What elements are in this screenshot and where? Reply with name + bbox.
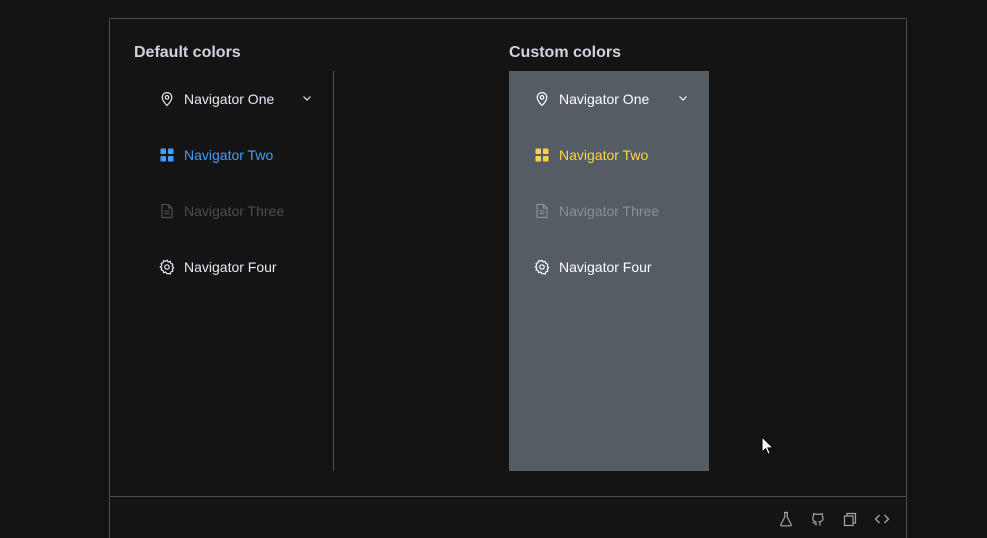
custom-menu-item-navigator-three: Navigator Three <box>509 183 709 239</box>
default-menu-item-navigator-three: Navigator Three <box>134 183 333 239</box>
menu-item-label: Navigator Four <box>559 259 652 275</box>
setting-icon <box>534 259 550 275</box>
playground-flask-icon[interactable] <box>777 510 795 528</box>
menu-grid-icon <box>159 147 175 163</box>
menu-item-label: Navigator One <box>184 91 275 107</box>
footer-actions <box>777 510 891 528</box>
default-menu-item-navigator-one[interactable]: Navigator One <box>134 71 333 127</box>
demo-block: Default colors Custom colors Navigator O… <box>109 18 907 538</box>
custom-menu-item-navigator-two[interactable]: Navigator Two <box>509 127 709 183</box>
location-icon <box>534 91 550 107</box>
menu-item-label: Navigator Two <box>559 147 649 163</box>
default-menu-item-navigator-two[interactable]: Navigator Two <box>134 127 333 183</box>
default-colors-menu: Navigator One Navigator Two Navigator Th… <box>134 71 334 471</box>
default-colors-title: Default colors <box>134 44 241 61</box>
custom-colors-title: Custom colors <box>509 44 622 61</box>
document-icon <box>534 203 550 219</box>
copy-icon[interactable] <box>841 510 859 528</box>
mouse-cursor-icon <box>761 436 775 455</box>
menu-grid-icon <box>534 147 550 163</box>
menu-item-label: Navigator Three <box>559 203 660 219</box>
github-icon[interactable] <box>809 510 827 528</box>
menu-item-label: Navigator One <box>559 91 650 107</box>
custom-colors-menu: Navigator One Navigator Two Navigator Th… <box>509 71 709 471</box>
custom-menu-item-navigator-four[interactable]: Navigator Four <box>509 239 709 295</box>
code-icon[interactable] <box>873 510 891 528</box>
chevron-down-icon <box>301 92 313 104</box>
menu-item-label: Navigator Two <box>184 147 274 163</box>
chevron-down-icon <box>677 92 689 104</box>
setting-icon <box>159 259 175 275</box>
menu-item-label: Navigator Three <box>184 203 285 219</box>
default-menu-item-navigator-four[interactable]: Navigator Four <box>134 239 333 295</box>
custom-menu-item-navigator-one[interactable]: Navigator One <box>509 71 709 127</box>
location-icon <box>159 91 175 107</box>
document-icon <box>159 203 175 219</box>
menu-item-label: Navigator Four <box>184 259 277 275</box>
